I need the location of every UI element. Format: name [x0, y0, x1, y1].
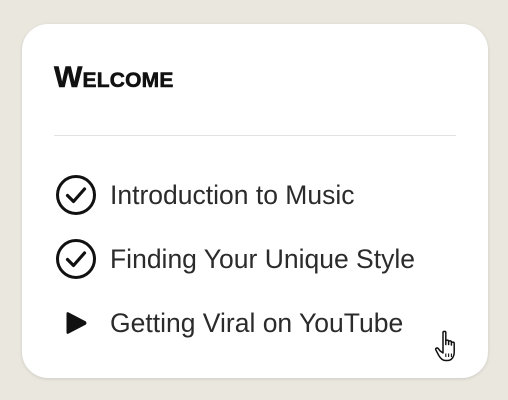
lesson-label: Introduction to Music: [110, 179, 355, 210]
welcome-card: Welcome Introduction to Music Finding Yo…: [22, 24, 488, 378]
lesson-list: Introduction to Music Finding Your Uniqu…: [54, 170, 415, 362]
lesson-label: Getting Viral on YouTube: [110, 307, 404, 338]
check-circle-icon: [54, 236, 110, 282]
divider: [54, 135, 456, 136]
check-circle-icon: [54, 172, 110, 218]
lesson-item-getting-viral-on-youtube[interactable]: Getting Viral on YouTube: [54, 298, 415, 348]
play-icon: [54, 300, 110, 346]
lesson-label: Finding Your Unique Style: [110, 243, 415, 274]
card-title: Welcome: [54, 61, 174, 94]
lesson-item-introduction-to-music[interactable]: Introduction to Music: [54, 170, 415, 220]
lesson-item-finding-your-unique-style[interactable]: Finding Your Unique Style: [54, 234, 415, 284]
hand-pointer-icon: [434, 330, 455, 362]
